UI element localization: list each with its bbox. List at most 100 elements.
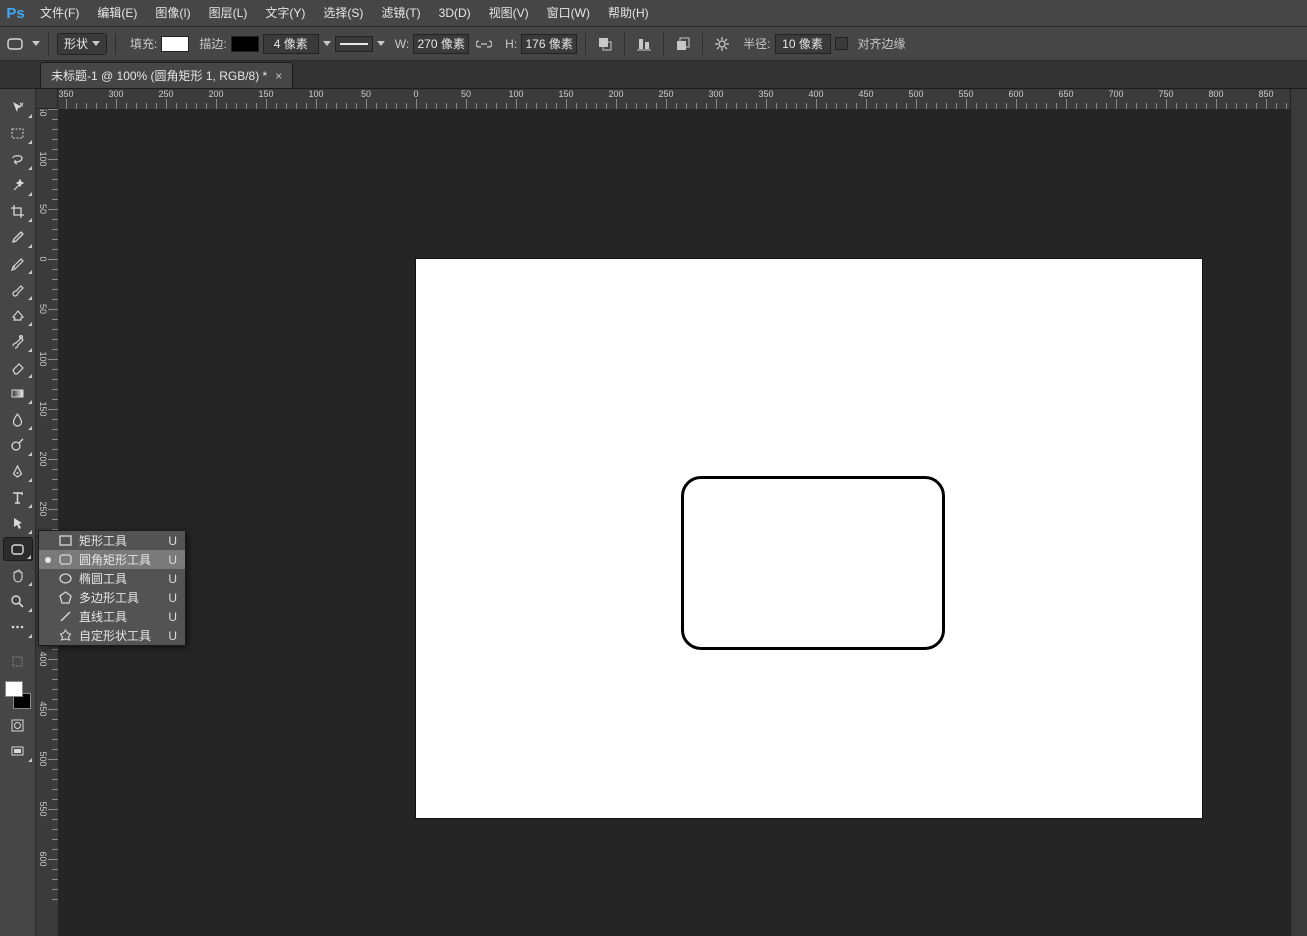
menu-item[interactable]: 编辑(E): [88, 0, 146, 27]
stroke-label: 描边:: [199, 35, 226, 52]
stroke-swatch[interactable]: [231, 36, 259, 52]
height-input[interactable]: [521, 34, 577, 54]
flyout-item[interactable]: 矩形工具U: [39, 531, 185, 550]
canvas[interactable]: [416, 259, 1202, 818]
menu-item[interactable]: 图层(L): [200, 0, 257, 27]
chevron-down-icon[interactable]: [323, 41, 331, 46]
polygon-icon: [57, 590, 73, 605]
menubar: Ps 文件(F)编辑(E)图像(I)图层(L)文字(Y)选择(S)滤镜(T)3D…: [0, 0, 1307, 27]
rect-icon: [57, 533, 73, 548]
link-icon[interactable]: [473, 33, 495, 55]
clone-stamp-tool[interactable]: [3, 303, 33, 327]
flyout-item[interactable]: 椭圆工具 U: [39, 569, 185, 588]
crop-tool[interactable]: [3, 199, 33, 223]
magic-wand-tool[interactable]: [3, 173, 33, 197]
foreground-background-swatch[interactable]: [3, 679, 33, 711]
more-tools[interactable]: [3, 615, 33, 639]
type-tool[interactable]: [3, 485, 33, 509]
flyout-item-key: U: [168, 534, 177, 548]
radius-input[interactable]: [775, 34, 831, 54]
align-edges-checkbox[interactable]: [835, 37, 848, 50]
line-icon: [57, 609, 73, 624]
height-label: H:: [505, 37, 517, 51]
flyout-item[interactable]: 直线工具U: [39, 607, 185, 626]
radius-label: 半径:: [743, 35, 770, 52]
flyout-item-key: U: [168, 572, 177, 586]
rounded-rectangle-shape[interactable]: [681, 476, 945, 650]
flyout-item[interactable]: 多边形工具 U: [39, 588, 185, 607]
stroke-width-input[interactable]: [263, 34, 319, 54]
edit-toolbar-button[interactable]: [3, 649, 33, 673]
path-ops-icon[interactable]: [594, 33, 616, 55]
move-tool[interactable]: [3, 95, 33, 119]
dodge-tool[interactable]: [3, 433, 33, 457]
ps-logo: Ps: [0, 0, 31, 27]
shape-mode-select[interactable]: 形状: [57, 33, 107, 55]
divider: [624, 33, 625, 55]
divider: [115, 33, 116, 55]
fill-label: 填充:: [130, 35, 157, 52]
menu-item[interactable]: 窗口(W): [538, 0, 599, 27]
eraser-tool[interactable]: [3, 355, 33, 379]
document-tab[interactable]: 未标题-1 @ 100% (圆角矩形 1, RGB/8) * ×: [40, 62, 293, 88]
gear-icon[interactable]: [711, 33, 733, 55]
path-selection-tool[interactable]: [3, 511, 33, 535]
shape-tool-flyout: 矩形工具U圆角矩形工具 U 椭圆工具 U 多边形工具 U 直线工具U自定形状工具U: [38, 530, 186, 646]
chevron-down-icon: [92, 41, 100, 46]
lasso-tool[interactable]: [3, 147, 33, 171]
ruler-corner[interactable]: [36, 89, 58, 109]
marquee-tool[interactable]: [3, 121, 33, 145]
menu-item[interactable]: 选择(S): [314, 0, 372, 27]
right-panel-collapsed[interactable]: [1290, 89, 1307, 936]
custom-icon: [57, 628, 73, 643]
close-icon[interactable]: ×: [275, 69, 282, 83]
canvas-area[interactable]: [58, 109, 1290, 936]
toolbox: [0, 89, 36, 936]
flyout-item-label: 圆角矩形工具: [79, 551, 151, 568]
align-icon[interactable]: [633, 33, 655, 55]
screen-mode-button[interactable]: [3, 739, 33, 763]
document-tab-bar: 未标题-1 @ 100% (圆角矩形 1, RGB/8) * ×: [0, 61, 1307, 89]
width-label: W:: [395, 37, 409, 51]
divider: [48, 33, 49, 55]
vertical-ruler[interactable]: 1501005005010015020025030035040045050055…: [36, 109, 58, 936]
chevron-down-icon[interactable]: [32, 41, 40, 46]
quick-mask-button[interactable]: [3, 713, 33, 737]
ellipse-icon: [57, 571, 73, 586]
fill-swatch[interactable]: [161, 36, 189, 52]
history-brush-tool[interactable]: [3, 329, 33, 353]
healing-brush-tool[interactable]: [3, 251, 33, 275]
brush-tool[interactable]: [3, 277, 33, 301]
flyout-item[interactable]: 自定形状工具U: [39, 626, 185, 645]
flyout-item-key: U: [168, 591, 177, 605]
divider: [585, 33, 586, 55]
rrect-icon: [57, 552, 73, 567]
pen-tool[interactable]: [3, 459, 33, 483]
zoom-tool[interactable]: [3, 589, 33, 613]
flyout-item-key: U: [168, 629, 177, 643]
rounded-rectangle-tool[interactable]: [3, 537, 33, 561]
tool-preset-icon[interactable]: [6, 33, 28, 55]
menu-item[interactable]: 滤镜(T): [372, 0, 429, 27]
menu-item[interactable]: 视图(V): [480, 0, 538, 27]
menu-item[interactable]: 文字(Y): [256, 0, 314, 27]
width-input[interactable]: [413, 34, 469, 54]
menu-item[interactable]: 图像(I): [146, 0, 199, 27]
menu-item[interactable]: 帮助(H): [599, 0, 658, 27]
hand-tool[interactable]: [3, 563, 33, 587]
blur-tool[interactable]: [3, 407, 33, 431]
menu-item[interactable]: 文件(F): [31, 0, 88, 27]
flyout-item-label: 多边形工具: [79, 589, 139, 606]
flyout-item-key: U: [168, 553, 177, 567]
menu-item[interactable]: 3D(D): [430, 0, 480, 27]
divider: [702, 33, 703, 55]
divider: [663, 33, 664, 55]
arrange-icon[interactable]: [672, 33, 694, 55]
chevron-down-icon[interactable]: [377, 41, 385, 46]
stroke-style-select[interactable]: [335, 36, 373, 52]
horizontal-ruler[interactable]: 3503002502001501005005010015020025030035…: [58, 89, 1290, 109]
gradient-tool[interactable]: [3, 381, 33, 405]
flyout-item-label: 椭圆工具: [79, 570, 127, 587]
eyedropper-tool[interactable]: [3, 225, 33, 249]
flyout-item[interactable]: 圆角矩形工具 U: [39, 550, 185, 569]
